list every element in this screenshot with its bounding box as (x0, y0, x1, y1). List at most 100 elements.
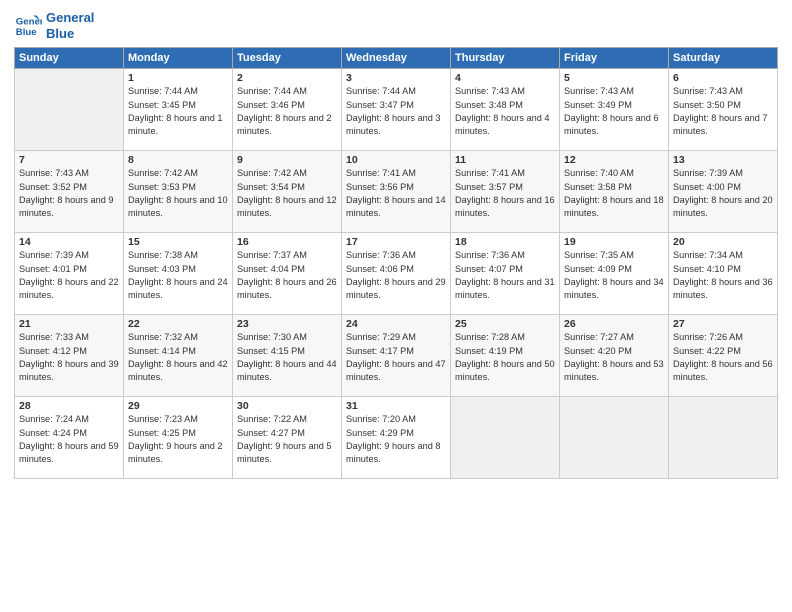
day-number: 23 (237, 318, 337, 330)
day-number: 2 (237, 72, 337, 84)
calendar-cell: 23 Sunrise: 7:30 AMSunset: 4:15 PMDayligh… (233, 315, 342, 397)
day-number: 12 (564, 154, 664, 166)
day-number: 26 (564, 318, 664, 330)
cell-text: Sunrise: 7:43 AMSunset: 3:50 PMDaylight:… (673, 86, 768, 136)
day-number: 8 (128, 154, 228, 166)
day-number: 20 (673, 236, 773, 248)
svg-text:Blue: Blue (16, 26, 37, 37)
day-number: 24 (346, 318, 446, 330)
calendar-cell: 12 Sunrise: 7:40 AMSunset: 3:58 PMDayligh… (560, 151, 669, 233)
cell-text: Sunrise: 7:40 AMSunset: 3:58 PMDaylight:… (564, 168, 664, 218)
calendar-cell: 9 Sunrise: 7:42 AMSunset: 3:54 PMDaylight… (233, 151, 342, 233)
cell-text: Sunrise: 7:32 AMSunset: 4:14 PMDaylight:… (128, 332, 228, 382)
column-header-saturday: Saturday (669, 48, 778, 69)
cell-text: Sunrise: 7:28 AMSunset: 4:19 PMDaylight:… (455, 332, 555, 382)
cell-text: Sunrise: 7:38 AMSunset: 4:03 PMDaylight:… (128, 250, 228, 300)
logo: General Blue GeneralBlue (14, 10, 94, 41)
logo-text: GeneralBlue (46, 10, 94, 41)
calendar-cell (15, 69, 124, 151)
cell-text: Sunrise: 7:26 AMSunset: 4:22 PMDaylight:… (673, 332, 773, 382)
day-number: 29 (128, 400, 228, 412)
calendar-cell: 7Sunrise: 7:43 AMSunset: 3:52 PMDaylight… (15, 151, 124, 233)
day-number: 30 (237, 400, 337, 412)
day-number: 6 (673, 72, 773, 84)
cell-text: Sunrise: 7:34 AMSunset: 4:10 PMDaylight:… (673, 250, 773, 300)
cell-text: Sunrise: 7:39 AMSunset: 4:00 PMDaylight:… (673, 168, 773, 218)
calendar-cell: 20 Sunrise: 7:34 AMSunset: 4:10 PMDayligh… (669, 233, 778, 315)
day-number: 11 (455, 154, 555, 166)
day-number: 28 (19, 400, 119, 412)
cell-text: Sunrise: 7:35 AMSunset: 4:09 PMDaylight:… (564, 250, 664, 300)
cell-text: Sunrise: 7:33 AMSunset: 4:12 PMDaylight:… (19, 332, 119, 382)
cell-text: Sunrise: 7:44 AMSunset: 3:47 PMDaylight:… (346, 86, 441, 136)
calendar-cell: 17 Sunrise: 7:36 AMSunset: 4:06 PMDayligh… (342, 233, 451, 315)
calendar-cell: 24 Sunrise: 7:29 AMSunset: 4:17 PMDayligh… (342, 315, 451, 397)
logo-icon: General Blue (14, 12, 42, 40)
calendar-cell: 18 Sunrise: 7:36 AMSunset: 4:07 PMDayligh… (451, 233, 560, 315)
cell-text: Sunrise: 7:20 AMSunset: 4:29 PMDaylight:… (346, 414, 441, 464)
calendar-week-5: 28 Sunrise: 7:24 AMSunset: 4:24 PMDayligh… (15, 397, 778, 479)
cell-text: Sunrise: 7:42 AMSunset: 3:53 PMDaylight:… (128, 168, 228, 218)
column-header-friday: Friday (560, 48, 669, 69)
calendar-cell: 1Sunrise: 7:44 AMSunset: 3:45 PMDaylight… (124, 69, 233, 151)
day-number: 21 (19, 318, 119, 330)
cell-text: Sunrise: 7:43 AMSunset: 3:49 PMDaylight:… (564, 86, 659, 136)
day-number: 22 (128, 318, 228, 330)
cell-text: Sunrise: 7:37 AMSunset: 4:04 PMDaylight:… (237, 250, 337, 300)
cell-text: Sunrise: 7:29 AMSunset: 4:17 PMDaylight:… (346, 332, 446, 382)
day-number: 5 (564, 72, 664, 84)
calendar-cell: 8 Sunrise: 7:42 AMSunset: 3:53 PMDaylight… (124, 151, 233, 233)
calendar-week-2: 7Sunrise: 7:43 AMSunset: 3:52 PMDaylight… (15, 151, 778, 233)
calendar-cell: 31 Sunrise: 7:20 AMSunset: 4:29 PMDayligh… (342, 397, 451, 479)
calendar-cell: 2 Sunrise: 7:44 AMSunset: 3:46 PMDaylight… (233, 69, 342, 151)
cell-text: Sunrise: 7:30 AMSunset: 4:15 PMDaylight:… (237, 332, 337, 382)
calendar-cell: 16 Sunrise: 7:37 AMSunset: 4:04 PMDayligh… (233, 233, 342, 315)
day-number: 17 (346, 236, 446, 248)
cell-text: Sunrise: 7:44 AMSunset: 3:46 PMDaylight:… (237, 86, 332, 136)
cell-text: Sunrise: 7:23 AMSunset: 4:25 PMDaylight:… (128, 414, 223, 464)
day-number: 16 (237, 236, 337, 248)
calendar-cell: 26 Sunrise: 7:27 AMSunset: 4:20 PMDayligh… (560, 315, 669, 397)
day-number: 14 (19, 236, 119, 248)
day-number: 10 (346, 154, 446, 166)
cell-text: Sunrise: 7:27 AMSunset: 4:20 PMDaylight:… (564, 332, 664, 382)
calendar-cell: 21 Sunrise: 7:33 AMSunset: 4:12 PMDayligh… (15, 315, 124, 397)
calendar-week-4: 21 Sunrise: 7:33 AMSunset: 4:12 PMDayligh… (15, 315, 778, 397)
day-number: 31 (346, 400, 446, 412)
calendar-body: 1Sunrise: 7:44 AMSunset: 3:45 PMDaylight… (15, 69, 778, 479)
calendar-cell: 15Sunrise: 7:38 AMSunset: 4:03 PMDayligh… (124, 233, 233, 315)
calendar-cell: 28 Sunrise: 7:24 AMSunset: 4:24 PMDayligh… (15, 397, 124, 479)
cell-text: Sunrise: 7:36 AMSunset: 4:06 PMDaylight:… (346, 250, 446, 300)
day-number: 27 (673, 318, 773, 330)
calendar-week-1: 1Sunrise: 7:44 AMSunset: 3:45 PMDaylight… (15, 69, 778, 151)
cell-text: Sunrise: 7:36 AMSunset: 4:07 PMDaylight:… (455, 250, 555, 300)
calendar-cell: 4 Sunrise: 7:43 AMSunset: 3:48 PMDaylight… (451, 69, 560, 151)
calendar-table: SundayMondayTuesdayWednesdayThursdayFrid… (14, 47, 778, 479)
column-header-tuesday: Tuesday (233, 48, 342, 69)
calendar-cell: 3Sunrise: 7:44 AMSunset: 3:47 PMDaylight… (342, 69, 451, 151)
cell-text: Sunrise: 7:24 AMSunset: 4:24 PMDaylight:… (19, 414, 119, 464)
cell-text: Sunrise: 7:22 AMSunset: 4:27 PMDaylight:… (237, 414, 332, 464)
cell-text: Sunrise: 7:42 AMSunset: 3:54 PMDaylight:… (237, 168, 337, 218)
column-header-thursday: Thursday (451, 48, 560, 69)
day-number: 4 (455, 72, 555, 84)
calendar-cell: 13Sunrise: 7:39 AMSunset: 4:00 PMDayligh… (669, 151, 778, 233)
cell-text: Sunrise: 7:39 AMSunset: 4:01 PMDaylight:… (19, 250, 119, 300)
cell-text: Sunrise: 7:41 AMSunset: 3:57 PMDaylight:… (455, 168, 555, 218)
calendar-cell: 5 Sunrise: 7:43 AMSunset: 3:49 PMDaylight… (560, 69, 669, 151)
calendar-cell: 19Sunrise: 7:35 AMSunset: 4:09 PMDayligh… (560, 233, 669, 315)
calendar-cell (451, 397, 560, 479)
day-number: 25 (455, 318, 555, 330)
column-header-wednesday: Wednesday (342, 48, 451, 69)
column-header-sunday: Sunday (15, 48, 124, 69)
calendar-week-3: 14 Sunrise: 7:39 AMSunset: 4:01 PMDayligh… (15, 233, 778, 315)
day-number: 18 (455, 236, 555, 248)
calendar-cell: 29 Sunrise: 7:23 AMSunset: 4:25 PMDayligh… (124, 397, 233, 479)
calendar-cell: 22 Sunrise: 7:32 AMSunset: 4:14 PMDayligh… (124, 315, 233, 397)
cell-text: Sunrise: 7:43 AMSunset: 3:48 PMDaylight:… (455, 86, 550, 136)
calendar-cell: 11 Sunrise: 7:41 AMSunset: 3:57 PMDayligh… (451, 151, 560, 233)
calendar-cell: 6 Sunrise: 7:43 AMSunset: 3:50 PMDaylight… (669, 69, 778, 151)
column-header-monday: Monday (124, 48, 233, 69)
day-number: 9 (237, 154, 337, 166)
calendar-cell (560, 397, 669, 479)
